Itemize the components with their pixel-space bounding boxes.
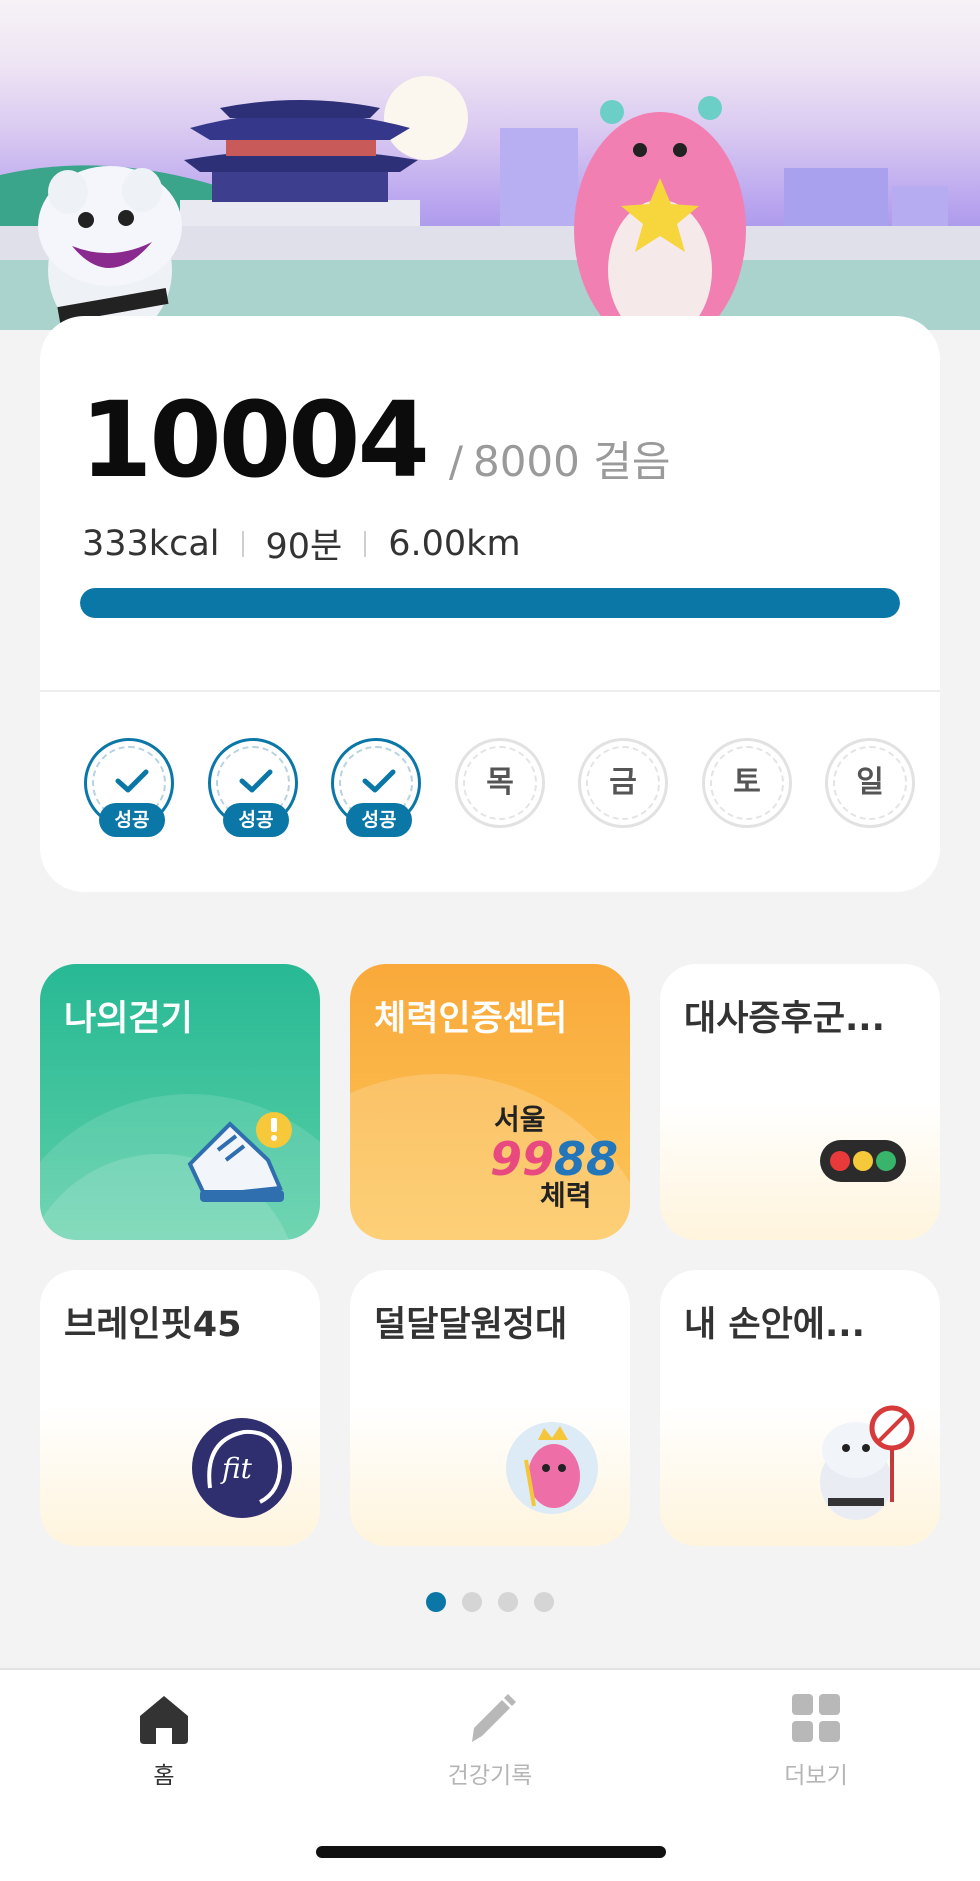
card-divider [40,690,940,692]
day-label: 금 [609,765,637,800]
activity-stats: 333kcal 90분 6.00km [82,518,521,569]
day-status-0: 성공 [84,738,174,837]
tiger-mascot-illustration [38,166,182,330]
no-smoking-mascot-icon [820,1405,915,1520]
nav-health-record-label: 건강기록 [447,1763,533,1789]
tile-label: 나의걷기 [64,999,193,1039]
tile-brainfit45[interactable]: 브레인핏45 fit [40,1270,320,1546]
step-goal-value: 8000 걸음 [472,437,671,486]
nav-more[interactable]: 더보기 [736,1690,896,1790]
day-label: 토 [733,765,761,800]
grid-icon [792,1694,840,1742]
stat-divider [364,530,367,557]
step-counter: 10004 /8000 걸음 [80,388,671,492]
success-badge: 성공 [223,803,289,837]
day-label: 목 [486,765,514,800]
fit-logo-icon: fit [192,1418,292,1518]
step-goal: /8000 걸음 [448,437,671,486]
day-label: 일 [856,765,884,800]
step-progress-fill [80,588,900,618]
page-dot[interactable] [498,1592,518,1612]
home-indicator [316,1846,666,1858]
day-status-6: 일 [825,738,915,828]
check-icon [362,769,396,793]
tile-label: 체력인증센터 [374,999,568,1039]
minutes-value: 90분 [265,527,343,567]
stat-divider [241,530,244,557]
success-badge: 성공 [99,803,165,837]
traffic-light-icon [820,1140,906,1182]
page-dot[interactable] [534,1592,554,1612]
pink-mascot-illustration [574,96,746,330]
pencil-icon [472,1694,516,1742]
alert-icon [256,1112,292,1148]
home-icon [140,1696,188,1744]
day-status-3: 목 [455,738,545,828]
hero-banner [0,0,980,330]
check-icon [239,769,273,793]
tile-metabolic-syndrome[interactable]: 대사증후군... [660,964,940,1240]
tile-my-walk[interactable]: 나의걷기 [40,964,320,1240]
day-status-4: 금 [578,738,668,828]
success-badge: 성공 [346,803,412,837]
svg-text:fit: fit [220,1452,253,1485]
tile-less-sugar[interactable]: 덜달달원정대 [350,1270,630,1546]
nav-health-record[interactable]: 건강기록 [410,1690,570,1790]
check-icon [115,769,149,793]
step-summary-card[interactable]: 10004 /8000 걸음 333kcal 90분 6.00km 성공 성공 성공… [40,316,940,892]
tile-fitness-center[interactable]: 체력인증센터 서울 9988 체력 [350,964,630,1240]
nav-home[interactable]: 홈 [84,1690,244,1790]
moon-icon [384,76,468,160]
page-dot[interactable] [426,1592,446,1612]
tile-in-my-hand[interactable]: 내 손안에... [660,1270,940,1546]
weekly-status: 성공 성공 성공 목 금 토 일 [84,738,915,848]
mascot-crown-icon [506,1422,598,1514]
day-status-5: 토 [702,738,792,828]
distance-value: 6.00km [388,523,521,564]
nav-more-label: 더보기 [784,1763,848,1789]
nav-home-label: 홈 [153,1763,175,1789]
calories-value: 333kcal [82,523,220,564]
day-status-2: 성공 [331,738,421,837]
page-indicator[interactable] [426,1592,554,1612]
seoul-9988-logo: 서울 9988 체력 [490,1103,619,1212]
page-dot[interactable] [462,1592,482,1612]
step-count: 10004 [80,379,430,501]
day-status-1: 성공 [208,738,298,837]
step-progress-bar [80,588,900,618]
